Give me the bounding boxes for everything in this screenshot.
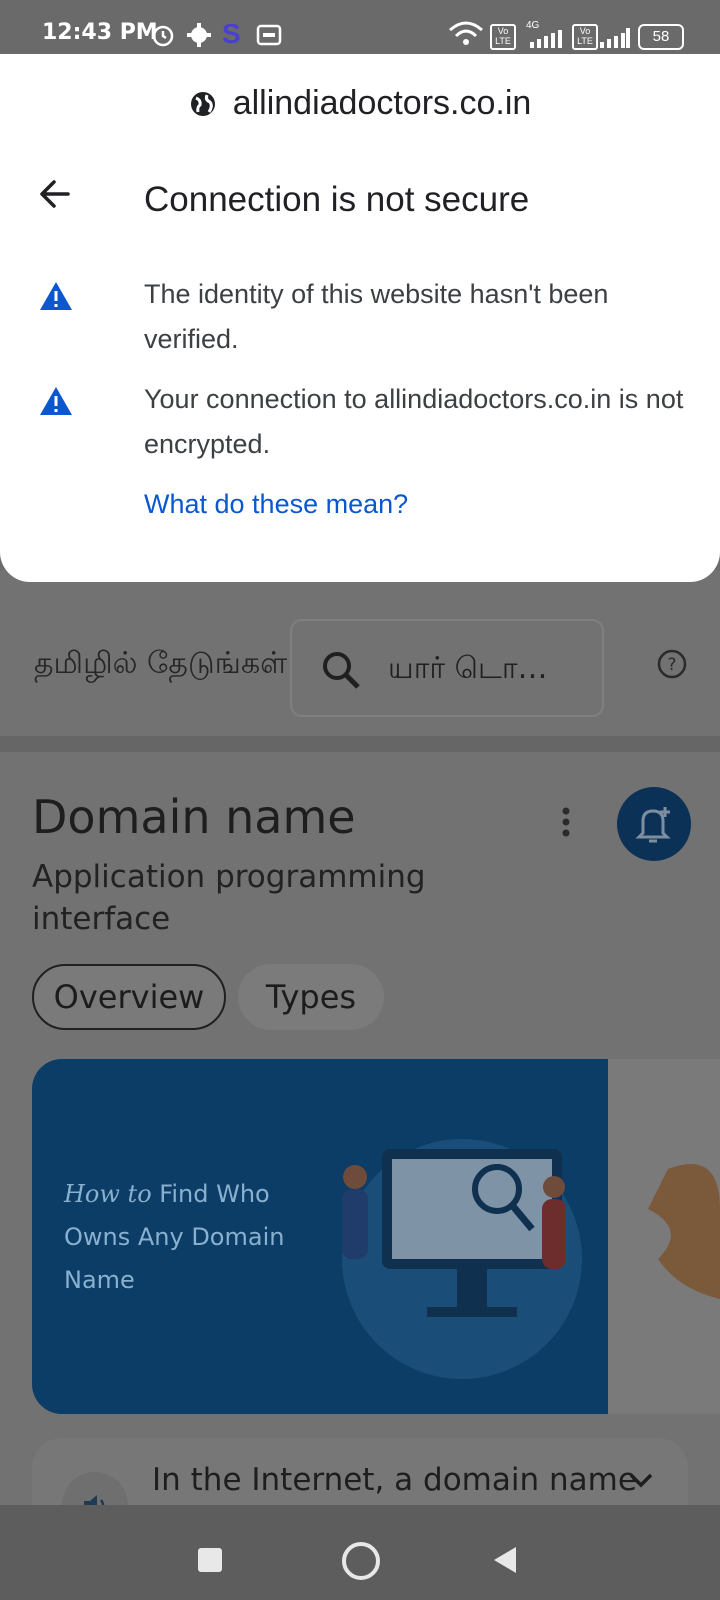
- bell-plus-icon: [635, 807, 671, 843]
- next-card-image: [648, 1164, 720, 1299]
- panel-title: Domain name: [32, 790, 356, 844]
- volte-icon-2: Vo LTE: [572, 24, 598, 50]
- system-nav-bar: [0, 1505, 720, 1600]
- home-button[interactable]: [342, 1542, 380, 1580]
- search-icon: [323, 652, 360, 689]
- globe-icon: [189, 88, 217, 127]
- back-arrow-icon[interactable]: [36, 174, 76, 214]
- warning-icon: [40, 282, 72, 310]
- wifi-icon: [449, 21, 483, 45]
- back-nav-button[interactable]: [492, 1545, 518, 1575]
- card-text-how-to: How to: [64, 1180, 152, 1208]
- app-s-icon: S: [222, 18, 241, 49]
- next-image-card[interactable]: [608, 1059, 720, 1414]
- tab-types[interactable]: Types: [238, 964, 384, 1030]
- recents-button[interactable]: [198, 1548, 222, 1572]
- warning-icon: [40, 387, 72, 415]
- tab-overview[interactable]: Overview: [32, 964, 226, 1030]
- more-options-icon[interactable]: [560, 806, 572, 838]
- search-query: யார் டொ…: [388, 651, 548, 686]
- screen-record-icon: [256, 24, 282, 46]
- svg-text:?: ?: [667, 655, 676, 675]
- help-icon[interactable]: ?: [656, 648, 688, 680]
- settings-icon: [187, 23, 211, 47]
- tamil-search-label: தமிழில் தேடுங்கள்: [34, 646, 288, 681]
- connection-title: Connection is not secure: [144, 180, 530, 219]
- illustration-image: [342, 1139, 582, 1379]
- card-text: How to Find Who Owns Any Domain Name: [64, 1173, 314, 1302]
- search-box[interactable]: யார் டொ…: [290, 619, 604, 717]
- description-text: In the Internet, a domain name: [152, 1462, 637, 1498]
- signal-icon: [530, 30, 562, 48]
- battery-level: 58: [638, 24, 684, 50]
- status-bar: 12:43 PM S Vo LTE 4G Vo LTE 58: [0, 0, 720, 54]
- follow-bell-button[interactable]: [617, 787, 691, 861]
- panel-subtitle: Application programming interface: [32, 859, 426, 937]
- status-time: 12:43 PM: [42, 20, 158, 45]
- domain-text: allindiadoctors.co.in: [232, 84, 532, 122]
- warning-identity: The identity of this website hasn't been…: [144, 279, 609, 354]
- warning-encryption: Your connection to allindiadoctors.co.in…: [144, 384, 684, 459]
- volte-icon: Vo LTE: [490, 24, 516, 50]
- section-divider: [0, 736, 720, 752]
- alarm-icon: [152, 25, 174, 47]
- site-security-sheet: allindiadoctors.co.in Connection is not …: [0, 54, 720, 582]
- image-card[interactable]: How to Find Who Owns Any Domain Name: [32, 1059, 608, 1414]
- signal-icon-2: [600, 28, 630, 48]
- site-domain: allindiadoctors.co.in: [0, 84, 720, 127]
- what-do-these-mean-link[interactable]: What do these mean?: [144, 489, 408, 520]
- chevron-down-icon: [629, 1473, 653, 1488]
